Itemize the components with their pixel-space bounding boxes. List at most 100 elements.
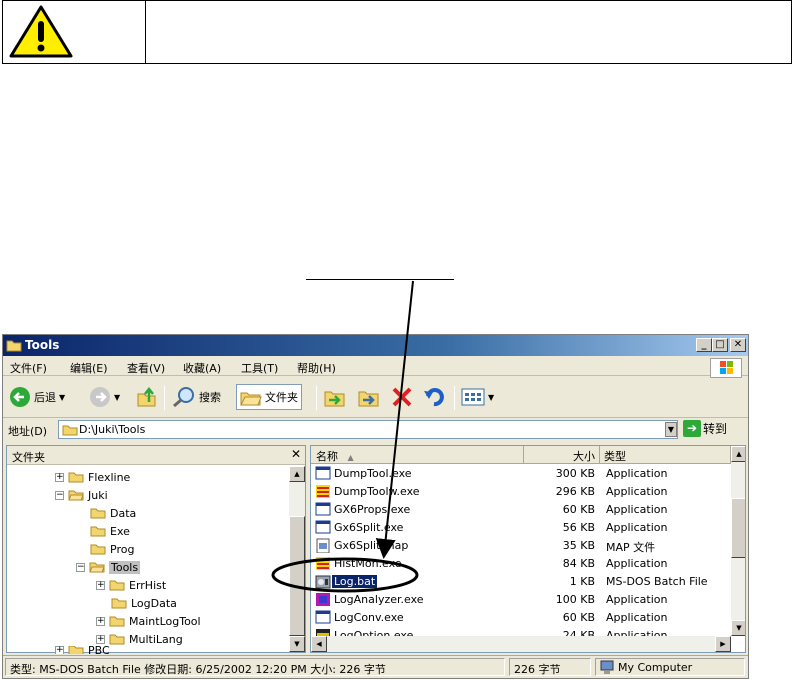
sort-ascending-icon: ▲ <box>347 453 354 462</box>
tree-item-juki[interactable]: − Juki <box>55 486 108 504</box>
scroll-up-button[interactable]: ▲ <box>731 446 745 462</box>
toolbar-separator <box>454 386 455 410</box>
minimize-button[interactable]: _ <box>696 338 712 352</box>
purple-app-icon <box>316 593 330 606</box>
menu-help[interactable]: 帮助(H) <box>297 360 336 376</box>
address-input[interactable]: D:\Juki\Tools <box>58 420 678 439</box>
menu-favorites[interactable]: 收藏(A) <box>183 360 221 376</box>
status-bytes: 226 字节 <box>509 658 591 676</box>
file-size: 35 KB <box>562 539 595 552</box>
expand-icon[interactable]: + <box>96 634 105 644</box>
scroll-thumb[interactable] <box>289 516 305 636</box>
folders-pane-close-button[interactable]: ✕ <box>291 447 301 461</box>
file-size: 60 KB <box>562 503 595 516</box>
column-type[interactable]: 类型 <box>600 446 731 464</box>
window-title: Tools <box>25 338 60 352</box>
tree-item-label: MultiLang <box>129 632 183 646</box>
file-type: Application <box>606 557 668 570</box>
batch-file-icon <box>315 575 331 589</box>
column-size[interactable]: 大小 <box>524 446 600 464</box>
collapse-icon[interactable]: − <box>55 490 64 500</box>
forward-arrow-icon <box>90 387 110 407</box>
up-folder-button[interactable] <box>136 384 158 410</box>
tree-item-data[interactable]: Data <box>90 504 136 522</box>
files-horizontal-scrollbar[interactable]: ◀ ▶ <box>311 636 731 652</box>
title-bar[interactable]: Tools _ □ ✕ <box>3 335 748 356</box>
expand-icon[interactable]: + <box>55 646 64 654</box>
back-label: 后退 <box>34 391 56 404</box>
tree-item-maintlogtool[interactable]: + MaintLogTool <box>96 612 201 630</box>
expand-icon[interactable]: + <box>55 472 64 482</box>
toolbar-separator <box>316 386 317 410</box>
tree-item-tools[interactable]: − Tools <box>76 558 141 576</box>
scroll-thumb[interactable] <box>731 498 745 558</box>
tree-item-prog[interactable]: Prog <box>90 540 134 558</box>
tree-item-pbc[interactable]: + PBC <box>55 646 110 654</box>
menu-file[interactable]: 文件(F) <box>10 360 47 376</box>
maximize-button[interactable]: □ <box>712 338 728 352</box>
file-type: Application <box>606 611 668 624</box>
scroll-right-button[interactable]: ▶ <box>715 636 731 652</box>
tree-item-errhist[interactable]: + ErrHist <box>96 576 166 594</box>
folder-icon <box>109 616 125 627</box>
file-type: MS-DOS Batch File <box>606 575 708 588</box>
expand-icon[interactable]: + <box>96 580 105 590</box>
folder-icon <box>90 526 106 537</box>
file-type: Application <box>606 485 668 498</box>
folder-icon <box>68 646 84 654</box>
file-row[interactable]: HistMon.exe 84 KB Application <box>311 555 731 573</box>
file-row-selected[interactable]: Log.bat 1 KB MS-DOS Batch File <box>311 573 731 591</box>
column-name[interactable]: 名称 ▲ <box>311 446 524 464</box>
file-row[interactable]: GX6Props.exe 60 KB Application <box>311 501 731 519</box>
file-row[interactable]: Gx6Split.map 35 KB MAP 文件 <box>311 537 731 555</box>
scroll-down-button[interactable]: ▼ <box>731 620 745 636</box>
file-row[interactable]: DumpTool.exe 300 KB Application <box>311 465 731 483</box>
scroll-up-button[interactable]: ▲ <box>289 466 305 482</box>
open-folder-icon <box>68 490 84 501</box>
address-dropdown-button[interactable]: ▼ <box>665 422 677 437</box>
colorful-tool-icon <box>316 485 330 498</box>
file-row[interactable]: LogAnalyzer.exe 100 KB Application <box>311 591 731 609</box>
explorer-window: Tools _ □ ✕ 文件(F) 编辑(E) 查看(V) 收藏(A) 工具(T… <box>2 334 749 679</box>
scroll-down-button[interactable]: ▼ <box>289 636 305 652</box>
address-bar: 地址(D) D:\Juki\Tools ▼ ➔ 转到 <box>3 419 748 441</box>
forward-button[interactable]: ▼ <box>89 384 120 410</box>
folders-scrollbar[interactable]: ▲ ▼ <box>289 466 305 652</box>
tree-item-logdata[interactable]: LogData <box>111 594 177 612</box>
menu-tools[interactable]: 工具(T) <box>241 360 278 376</box>
undo-button[interactable] <box>423 384 445 410</box>
tree-item-label: Tools <box>109 560 141 574</box>
menu-view[interactable]: 查看(V) <box>127 360 165 376</box>
app-window-icon <box>315 520 331 534</box>
folder-icon <box>68 472 84 483</box>
file-name: LogConv.exe <box>334 611 404 624</box>
go-button[interactable]: ➔ 转到 <box>683 420 727 437</box>
search-button[interactable]: 搜索 <box>172 384 221 410</box>
close-button[interactable]: ✕ <box>730 338 746 352</box>
chevron-down-icon: ▼ <box>114 392 121 402</box>
file-row[interactable]: Gx6Split.exe 56 KB Application <box>311 519 731 537</box>
file-type: Application <box>606 521 668 534</box>
copy-to-button[interactable] <box>357 384 381 410</box>
file-row[interactable]: LogConv.exe 60 KB Application <box>311 609 731 627</box>
menu-edit[interactable]: 编辑(E) <box>70 360 108 376</box>
files-vertical-scrollbar[interactable]: ▲ ▼ <box>731 446 745 636</box>
file-row[interactable]: DumpToolw.exe 296 KB Application <box>311 483 731 501</box>
views-button[interactable]: ▼ <box>461 384 494 410</box>
tree-item-flexline[interactable]: + Flexline <box>55 468 130 486</box>
file-name: DumpToolw.exe <box>334 485 420 498</box>
collapse-icon[interactable]: − <box>76 562 85 572</box>
chevron-down-icon: ▼ <box>488 392 495 402</box>
file-size: 100 KB <box>555 593 595 606</box>
file-size: 296 KB <box>555 485 595 498</box>
tree-item-label: ErrHist <box>129 578 167 592</box>
move-to-button[interactable] <box>323 384 347 410</box>
status-bar: 类型: MS-DOS Batch File 修改日期: 6/25/2002 12… <box>3 655 748 677</box>
file-name: DumpTool.exe <box>334 467 412 480</box>
scroll-left-button[interactable]: ◀ <box>311 636 327 652</box>
folders-button[interactable]: 文件夹 <box>236 384 302 410</box>
delete-button[interactable] <box>391 384 413 410</box>
back-button[interactable]: 后退 ▼ <box>9 384 65 410</box>
expand-icon[interactable]: + <box>96 616 105 626</box>
tree-item-exe[interactable]: Exe <box>90 522 130 540</box>
